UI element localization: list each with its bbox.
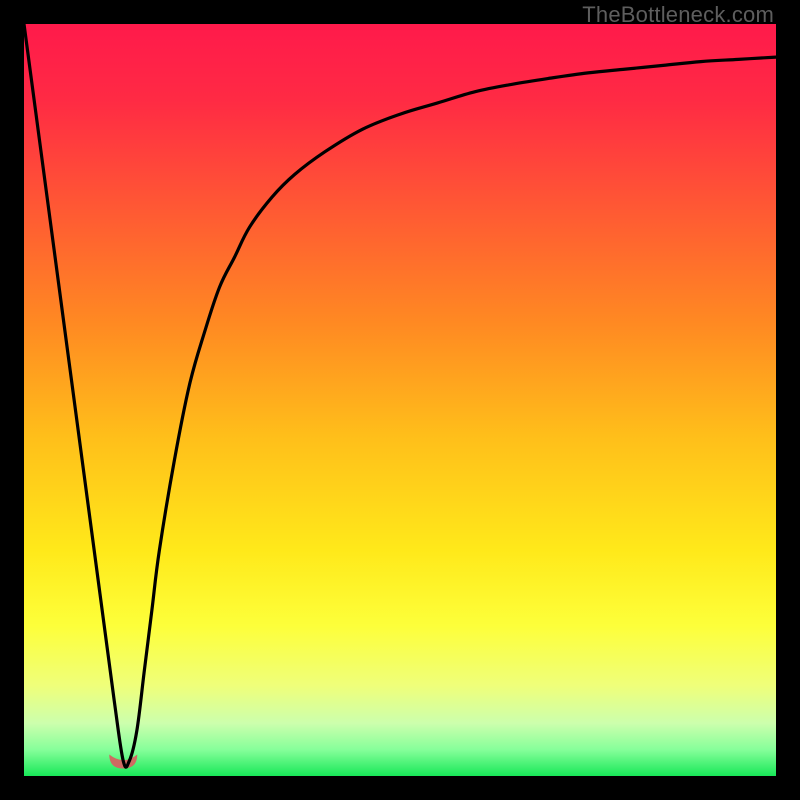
gradient-background: [24, 24, 776, 776]
chart-frame: [24, 24, 776, 776]
watermark-text: TheBottleneck.com: [582, 2, 774, 28]
chart-svg: [24, 24, 776, 776]
